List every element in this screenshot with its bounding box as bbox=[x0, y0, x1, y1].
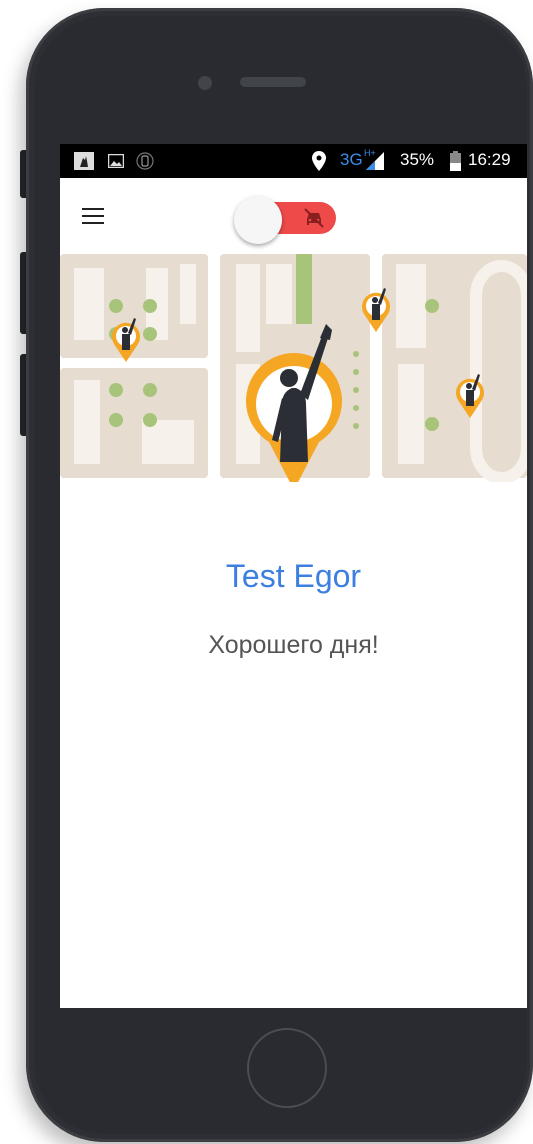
battery-percent: 35% bbox=[400, 150, 435, 169]
driver-mode-toggle[interactable] bbox=[234, 196, 338, 244]
user-name: Test Egor bbox=[225, 558, 362, 594]
network-type: 3G bbox=[340, 150, 363, 169]
greeting-text: Хорошего дня! bbox=[208, 631, 379, 659]
hamburger-menu-icon[interactable] bbox=[82, 208, 104, 226]
status-bar: 3G H+ 35% 16:29 bbox=[60, 144, 527, 178]
app-notification-icon bbox=[74, 152, 94, 170]
location-icon bbox=[312, 151, 326, 171]
battery-icon bbox=[450, 151, 461, 171]
profile-section: Test Egor Хорошего дня! bbox=[60, 544, 527, 660]
phone-screen: 3G H+ 35% 16:29 Test Egor Хорошего дня! bbox=[60, 144, 527, 1008]
front-camera bbox=[198, 76, 212, 90]
earpiece-speaker bbox=[240, 77, 306, 87]
park-strip bbox=[296, 254, 312, 324]
image-notification-icon bbox=[108, 154, 124, 168]
toggle-knob bbox=[234, 196, 282, 244]
app-bar bbox=[60, 178, 527, 254]
clock: 16:29 bbox=[468, 150, 511, 169]
map-illustration bbox=[60, 254, 527, 490]
vibrate-icon bbox=[136, 152, 154, 170]
home-button[interactable] bbox=[247, 1028, 327, 1108]
signal-icon bbox=[366, 152, 384, 170]
no-car-icon bbox=[304, 208, 324, 228]
city-map-graphic bbox=[60, 254, 527, 490]
